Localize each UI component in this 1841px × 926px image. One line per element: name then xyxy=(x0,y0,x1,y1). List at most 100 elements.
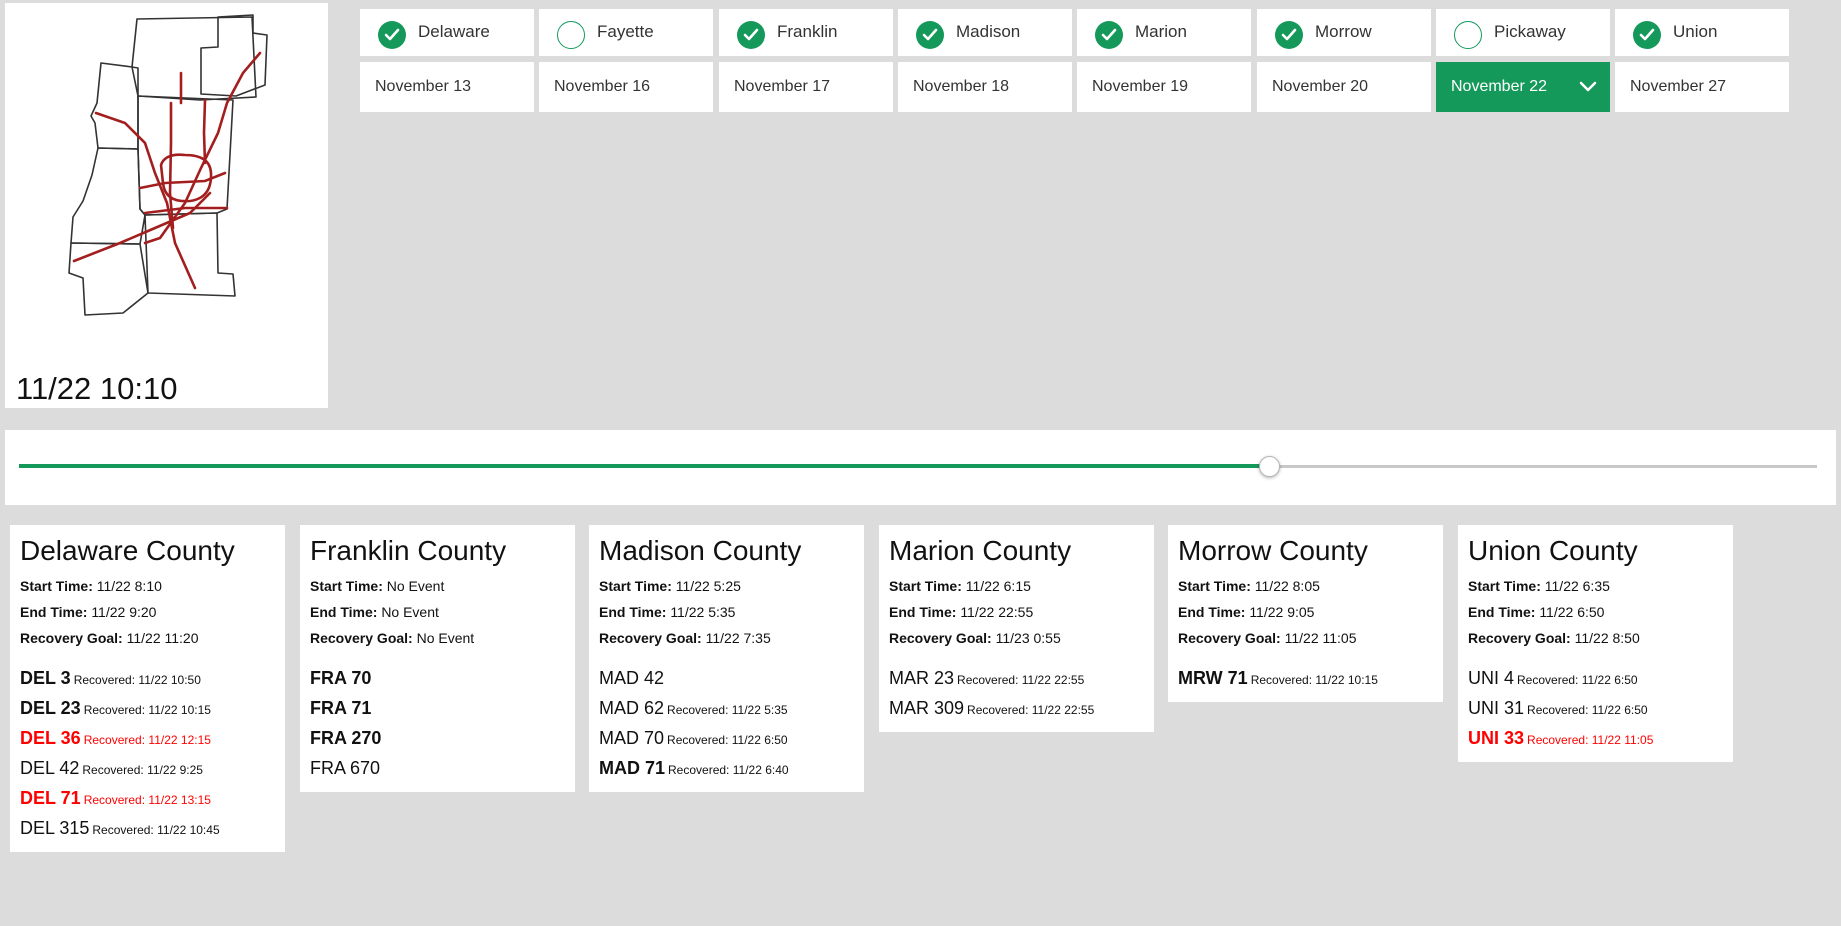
recovered-label: Recovered: xyxy=(83,733,146,747)
recovered-time: 11/22 10:15 xyxy=(1315,673,1378,687)
county-card-title: Union County xyxy=(1468,535,1638,566)
county-card: Marion County Start Time: 11/22 6:15 End T… xyxy=(879,525,1154,732)
county-toggle-label: Madison xyxy=(956,22,1021,41)
start-time-row: Start Time: 11/22 8:05 xyxy=(1178,573,1433,599)
recovered-label: Recovered: xyxy=(967,703,1029,717)
recovery-goal-label: Recovery Goal: xyxy=(20,630,123,646)
date-tab-november-18[interactable]: November 18 xyxy=(898,62,1072,112)
route-item: DEL 3 Recovered: 11/22 10:50 xyxy=(20,664,275,694)
recovered-label: Recovered: xyxy=(1527,733,1589,747)
end-time-row: End Time: No Event xyxy=(310,599,565,625)
map-union xyxy=(90,62,139,150)
checked-circle-icon[interactable] xyxy=(378,21,406,49)
time-slider-thumb[interactable] xyxy=(1259,456,1280,477)
county-card: Delaware County Start Time: 11/22 8:10 End… xyxy=(10,525,285,852)
route-recovered: Recovered: 11/22 10:50 xyxy=(74,673,201,687)
unchecked-circle-icon[interactable] xyxy=(557,21,585,49)
route-recovered: Recovered: 11/22 12:15 xyxy=(84,733,211,747)
route-code: DEL 3 xyxy=(20,668,71,688)
route-code: FRA 70 xyxy=(310,668,372,688)
date-tab-label: November 19 xyxy=(1092,78,1189,95)
route-item: MAD 71 Recovered: 11/22 6:40 xyxy=(599,754,854,784)
route-recovered: Recovered: 11/22 6:50 xyxy=(1517,673,1638,687)
date-tab-november-27[interactable]: November 27 xyxy=(1615,62,1789,112)
date-tab-november-16[interactable]: November 16 xyxy=(539,62,713,112)
recovered-time: 11/22 5:35 xyxy=(731,703,788,717)
route-list: MAR 23 Recovered: 11/22 22:55 MAR 309 Recov… xyxy=(889,664,1144,724)
county-toggle-label: Morrow xyxy=(1315,22,1372,41)
county-toggle-label: Pickaway xyxy=(1494,22,1566,41)
recovery-goal-label: Recovery Goal: xyxy=(1468,630,1571,646)
county-toggle-fayette[interactable]: Fayette xyxy=(539,9,713,56)
end-time-value: 11/22 9:20 xyxy=(91,604,157,620)
route-code: UNI 4 xyxy=(1468,668,1515,688)
recovery-goal-value: 11/22 11:05 xyxy=(1284,630,1357,646)
county-toggle-franklin[interactable]: Franklin xyxy=(719,9,893,56)
date-tab-label: November 13 xyxy=(375,78,472,95)
county-toggle-label: Franklin xyxy=(777,22,838,41)
recovered-label: Recovered: xyxy=(1250,673,1313,687)
date-tab-november-17[interactable]: November 17 xyxy=(719,62,893,112)
map-timestamp: 11/22 10:10 xyxy=(16,371,178,406)
route-item: DEL 36 Recovered: 11/22 12:15 xyxy=(20,724,275,754)
county-toggle-union[interactable]: Union xyxy=(1615,9,1789,56)
start-time-row: Start Time: 11/22 6:15 xyxy=(889,573,1144,599)
county-toggle-marion[interactable]: Marion xyxy=(1077,9,1251,56)
route-code: MAR 23 xyxy=(889,668,955,688)
start-time-value: 11/22 6:15 xyxy=(965,578,1031,594)
end-time-value: No Event xyxy=(381,604,439,620)
checked-circle-icon[interactable] xyxy=(1095,21,1123,49)
date-tab-november-22[interactable]: November 22 xyxy=(1436,62,1610,112)
recovered-label: Recovered: xyxy=(82,763,144,777)
recovered-time: 11/22 22:55 xyxy=(1031,703,1095,717)
date-tab-november-20[interactable]: November 20 xyxy=(1257,62,1431,112)
county-card: Morrow County Start Time: 11/22 8:05 End T… xyxy=(1168,525,1443,702)
recovered-label: Recovered: xyxy=(83,703,146,717)
checked-circle-icon[interactable] xyxy=(1275,21,1303,49)
route-recovered: Recovered: 11/22 22:55 xyxy=(967,703,1094,717)
county-toggle-delaware[interactable]: Delaware xyxy=(360,9,534,56)
county-toggle-madison[interactable]: Madison xyxy=(898,9,1072,56)
unchecked-circle-icon[interactable] xyxy=(1454,21,1482,49)
recovered-time: 11/22 10:45 xyxy=(157,823,220,837)
date-tab-label: November 22 xyxy=(1451,78,1548,95)
checked-circle-icon[interactable] xyxy=(916,21,944,49)
county-card: Franklin County Start Time: No Event End T… xyxy=(300,525,575,792)
recovery-goal-value: 11/22 8:50 xyxy=(1574,630,1640,646)
checked-circle-icon[interactable] xyxy=(737,21,765,49)
route-recovered: Recovered: 11/22 6:50 xyxy=(1527,703,1648,717)
recovered-time: 11/22 10:15 xyxy=(148,703,211,717)
route-code: DEL 23 xyxy=(20,698,81,718)
county-toggle-label: Marion xyxy=(1135,22,1187,41)
recovered-time: 11/22 6:40 xyxy=(732,763,789,777)
chevron-down-icon[interactable] xyxy=(1578,79,1598,98)
route-code: DEL 36 xyxy=(20,728,81,748)
checked-circle-icon[interactable] xyxy=(1633,21,1661,49)
county-toggle-morrow[interactable]: Morrow xyxy=(1257,9,1431,56)
start-time-label: Start Time: xyxy=(1468,578,1541,594)
date-tab-november-19[interactable]: November 19 xyxy=(1077,62,1251,112)
road-3 xyxy=(72,191,212,263)
route-code: DEL 315 xyxy=(20,818,90,838)
route-item: FRA 70 xyxy=(310,664,565,694)
route-recovered: Recovered: 11/22 13:15 xyxy=(84,793,211,807)
county-toggle-pickaway[interactable]: Pickaway xyxy=(1436,9,1610,56)
end-time-label: End Time: xyxy=(310,604,378,620)
route-item: MAD 42 xyxy=(599,664,854,694)
route-recovered: Recovered: 11/22 10:45 xyxy=(92,823,219,837)
end-time-label: End Time: xyxy=(20,604,88,620)
route-item: FRA 270 xyxy=(310,724,565,754)
start-time-label: Start Time: xyxy=(889,578,962,594)
route-recovered: Recovered: 11/22 22:55 xyxy=(957,673,1084,687)
start-time-row: Start Time: 11/22 6:35 xyxy=(1468,573,1723,599)
recovered-time: 11/22 6:50 xyxy=(1591,703,1648,717)
route-item: DEL 23 Recovered: 11/22 10:15 xyxy=(20,694,275,724)
route-item: DEL 42 Recovered: 11/22 9:25 xyxy=(20,754,275,784)
recovery-goal-row: Recovery Goal: 11/22 7:35 xyxy=(599,625,854,651)
recovered-label: Recovered: xyxy=(1527,703,1589,717)
county-toggle-label: Union xyxy=(1673,22,1718,41)
route-item: MAD 62 Recovered: 11/22 5:35 xyxy=(599,694,854,724)
recovery-goal-row: Recovery Goal: 11/22 11:05 xyxy=(1178,625,1433,651)
route-item: UNI 33 Recovered: 11/22 11:05 xyxy=(1468,724,1723,754)
date-tab-november-13[interactable]: November 13 xyxy=(360,62,534,112)
